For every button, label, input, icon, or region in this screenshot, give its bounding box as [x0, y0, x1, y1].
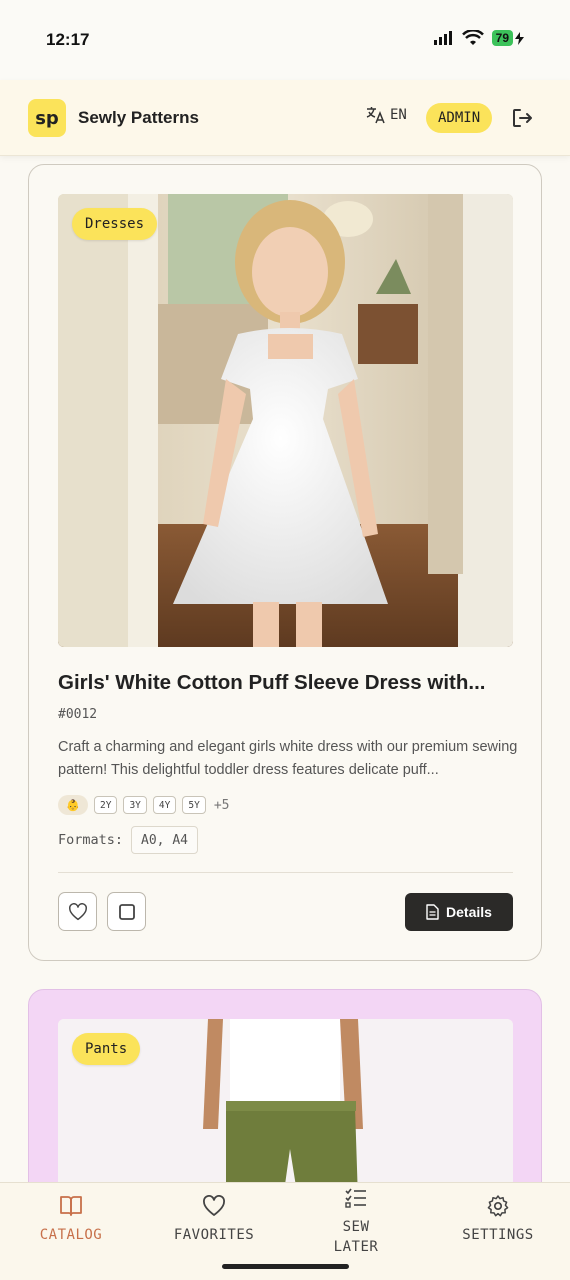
product-sku: #0012: [58, 707, 98, 722]
wifi-icon: [461, 30, 484, 45]
admin-badge[interactable]: ADMIN: [426, 103, 493, 133]
sew-later-checkbox[interactable]: [107, 892, 146, 931]
nav-catalog[interactable]: CATALOG: [36, 1193, 106, 1245]
product-card[interactable]: Dresses Girls' White Cotton Puff Sleeve …: [28, 164, 542, 961]
favorite-button[interactable]: [58, 892, 97, 931]
size-chip: 2Y: [94, 796, 118, 814]
charging-icon: [515, 31, 524, 45]
nav-settings-label: SETTINGS: [462, 1227, 534, 1243]
nav-favorites-label: FAVORITES: [173, 1227, 255, 1243]
app-logo[interactable]: sp: [28, 99, 66, 137]
size-chip: 5Y: [182, 796, 206, 814]
product-image[interactable]: Dresses: [58, 194, 513, 647]
language-button[interactable]: EN: [366, 106, 407, 124]
battery-indicator: 79: [491, 30, 524, 46]
nav-favorites[interactable]: FAVORITES: [170, 1193, 258, 1245]
heart-icon: [68, 902, 87, 920]
size-chip: 4Y: [152, 796, 177, 814]
details-button[interactable]: Details: [405, 893, 513, 931]
heart-icon: [203, 1195, 225, 1216]
size-chip: 3Y: [123, 796, 147, 814]
translate-icon: [366, 107, 385, 124]
language-label: EN: [390, 107, 407, 123]
status-bar: 12:17 79: [0, 0, 570, 80]
category-badge: Pants: [72, 1033, 141, 1065]
app-title: Sewly Patterns: [78, 108, 199, 127]
book-icon: [60, 1196, 82, 1216]
formats-value: A0, A4: [131, 826, 198, 854]
status-icons: 79: [433, 30, 524, 46]
card-divider: [58, 872, 513, 873]
product-description: Craft a charming and elegant girls white…: [58, 739, 518, 778]
nav-sew-later-label: SEW LATER: [334, 1217, 379, 1257]
logout-icon[interactable]: [510, 106, 534, 130]
home-indicator: [222, 1264, 349, 1269]
document-icon: [426, 904, 439, 920]
checklist-icon: [345, 1188, 366, 1208]
details-label: Details: [446, 904, 492, 920]
nav-sew-later-line1: SEW: [342, 1219, 370, 1235]
status-time: 12:17: [46, 30, 90, 49]
nav-sew-later[interactable]: SEW LATER: [326, 1185, 386, 1257]
signal-icon: [433, 31, 452, 45]
app-header: sp Sewly Patterns EN ADMIN: [0, 80, 570, 156]
battery-level: 79: [491, 30, 513, 46]
category-badge: Dresses: [72, 208, 158, 240]
nav-catalog-label: CATALOG: [39, 1227, 103, 1243]
formats-row: Formats: A0, A4: [58, 826, 198, 854]
product-photo: [58, 194, 513, 647]
checkbox-icon: [118, 903, 135, 920]
formats-label: Formats:: [58, 832, 124, 848]
nav-sew-later-line2: LATER: [333, 1239, 379, 1255]
sizes-more-count: +5: [213, 797, 230, 813]
gear-icon: [487, 1195, 509, 1217]
nav-settings[interactable]: SETTINGS: [458, 1193, 538, 1245]
product-title[interactable]: Girls' White Cotton Puff Sleeve Dress wi…: [58, 671, 518, 695]
baby-icon: 👶: [58, 795, 88, 815]
size-list: 👶 2Y 3Y 4Y 5Y +5: [58, 795, 229, 815]
